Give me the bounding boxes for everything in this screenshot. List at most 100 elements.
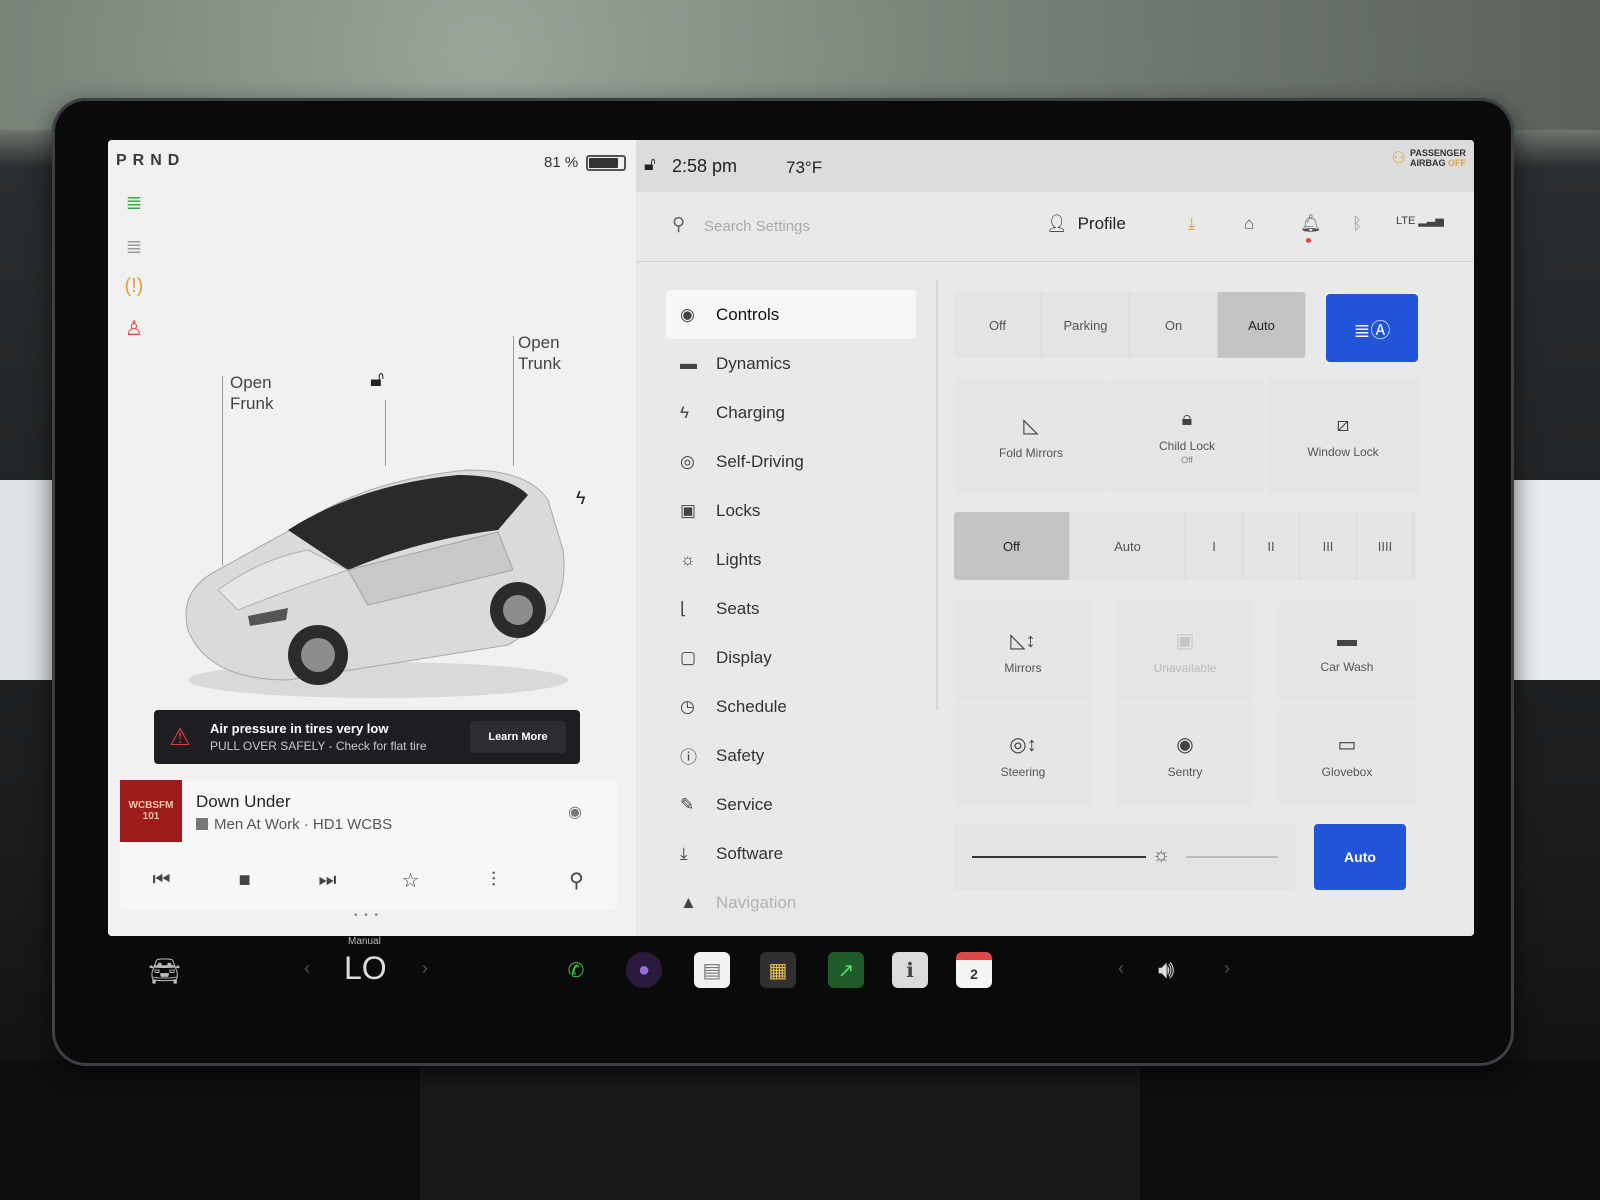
sentry-icon: ◉ [1176, 733, 1194, 756]
seat-icon: ⌊ [680, 598, 687, 618]
equalizer-icon[interactable]: ⫶ [474, 869, 514, 892]
favorite-star-icon[interactable]: ☆ [391, 868, 431, 893]
steering-adjust-button[interactable]: ◎↕ Steering [954, 704, 1092, 806]
brightness-auto-button[interactable]: Auto [1314, 824, 1406, 890]
stop-icon[interactable]: ■ [225, 869, 265, 892]
menu-item-label: Dynamics [716, 353, 791, 373]
menu-item-seats[interactable]: ⌊ Seats [666, 584, 916, 633]
temp-down-arrow-icon[interactable]: ‹ [304, 958, 310, 979]
lights-option-parking[interactable]: Parking [1042, 292, 1130, 358]
battery-icon [586, 154, 627, 171]
touchscreen: PRND 81 % ≣ ≣ (!) ♙ Open Frunk Open Trun… [108, 140, 1474, 936]
frunk-label-line1: Open [230, 373, 272, 392]
menu-item-schedule[interactable]: ◷ Schedule [666, 682, 916, 731]
search-icon: ⚲ [672, 214, 686, 234]
headlight-indicator-icon: ≣ [125, 191, 143, 214]
child-lock-button[interactable]: 🔒︎ Child Lock Off [1110, 378, 1264, 494]
manual-app-icon[interactable]: ℹ [892, 952, 928, 988]
mirror-icon: ◺ [1023, 414, 1039, 437]
notification-bell-icon[interactable]: 🔔︎ [1300, 214, 1322, 234]
media-search-icon[interactable]: ⚲ [557, 868, 597, 893]
battery-percent: 81 % [544, 154, 579, 171]
learn-more-button[interactable]: Learn More [470, 721, 566, 753]
climate-temperature[interactable]: LO [344, 950, 387, 987]
battery-fill [589, 157, 619, 168]
menu-item-label: Service [716, 794, 773, 814]
lights-option-off[interactable]: Off [954, 292, 1042, 358]
fold-mirrors-label: Fold Mirrors [998, 445, 1063, 460]
volume-icon[interactable]: 🔊︎ [1158, 954, 1174, 986]
volume-up-arrow-icon[interactable]: › [1224, 958, 1230, 979]
menu-item-label: Navigation [716, 892, 797, 912]
unavailable-label: Unavailable [1153, 660, 1217, 675]
profile-button[interactable]: 👤︎ Profile [1046, 214, 1126, 234]
wipers-option-off[interactable]: Off [954, 512, 1070, 580]
volume-down-arrow-icon[interactable]: ‹ [1118, 958, 1124, 979]
car-wash-icon: ▬ [1337, 628, 1357, 651]
open-frunk-button[interactable]: Open Frunk [230, 372, 273, 414]
car-icon[interactable]: 🚘︎ [148, 956, 181, 987]
menu-item-service[interactable]: ✎ Service [666, 780, 916, 829]
wipers-option-auto[interactable]: Auto [1070, 512, 1186, 580]
toybox-app-icon[interactable]: ▦ [760, 952, 796, 988]
unavailable-button: ▣ Unavailable [1116, 600, 1254, 702]
lights-option-auto[interactable]: Auto [1218, 292, 1306, 358]
menu-item-dynamics[interactable]: ▬ Dynamics [666, 339, 916, 388]
software-update-icon[interactable]: ⤓ [1188, 214, 1196, 234]
menu-item-controls[interactable]: ◉ Controls [666, 290, 916, 339]
mirrors-adjust-button[interactable]: ◺↕ Mirrors [954, 600, 1092, 702]
artist-text: Men At Work · HD1 WCBS [214, 816, 393, 833]
car-icon: ▬ [680, 353, 697, 373]
display-brightness-slider[interactable]: ☼ [954, 824, 1296, 890]
dashcam-app-icon[interactable]: ▤ [694, 952, 730, 988]
car-wash-button[interactable]: ▬ Car Wash [1278, 600, 1416, 702]
auto-high-beam-button[interactable]: ≣Ⓐ [1326, 294, 1418, 362]
page-dots: • • • [354, 910, 381, 921]
wrench-icon: ✎ [680, 794, 695, 814]
alert-title: Air pressure in tires very low [210, 721, 389, 736]
gear-selector: PRND [116, 152, 186, 169]
unlock-icon[interactable]: 🔓︎ [370, 366, 384, 392]
homelink-icon[interactable]: ⌂ [1244, 214, 1254, 234]
wipers-option-iiii[interactable]: IIII [1357, 512, 1414, 580]
car-lock-status-icon[interactable]: 🔓︎ [644, 154, 656, 175]
wipers-option-i[interactable]: I [1186, 512, 1243, 580]
wipers-option-ii[interactable]: II [1243, 512, 1300, 580]
menu-item-self-driving[interactable]: ◎ Self-Driving [666, 437, 916, 486]
auto-highbeam-indicator-icon: ≣ [125, 235, 143, 258]
fold-mirrors-button[interactable]: ◺ Fold Mirrors [954, 378, 1108, 494]
menu-item-navigation[interactable]: ▲ Navigation [666, 878, 916, 927]
trunk-label-line2: Trunk [518, 354, 561, 373]
temp-up-arrow-icon[interactable]: › [422, 958, 428, 979]
calendar-app-icon[interactable]: 2 [956, 952, 992, 988]
brightness-sun-icon[interactable]: ☼ [1152, 844, 1170, 867]
search-settings-input[interactable] [704, 212, 984, 240]
window-lock-button[interactable]: ⧄ Window Lock [1266, 378, 1420, 494]
controls-row-2: ◺↕ Mirrors ▣ Unavailable ▬ Car Wash [954, 600, 1438, 702]
menu-item-label: Safety [716, 745, 765, 765]
car-model-image [185, 469, 568, 698]
next-track-icon[interactable]: ⏭︎ [308, 869, 348, 892]
previous-track-icon[interactable]: ⏮︎ [142, 869, 182, 892]
menu-item-safety[interactable]: ⓘ Safety [666, 731, 916, 780]
frunk-label-line2: Frunk [230, 394, 274, 413]
phone-app-icon[interactable]: ✆ [558, 952, 594, 988]
wipers-option-iii[interactable]: III [1300, 512, 1357, 580]
background-mount [420, 1060, 1140, 1200]
energy-app-icon[interactable]: ↗ [828, 952, 864, 988]
radio-source-icon[interactable]: ◉ [568, 802, 582, 822]
outside-temperature: 73°F [786, 158, 823, 177]
lights-option-on[interactable]: On [1130, 292, 1218, 358]
car-panel: PRND 81 % ≣ ≣ (!) ♙ Open Frunk Open Trun… [108, 140, 636, 936]
sentry-button[interactable]: ◉ Sentry [1116, 704, 1254, 806]
menu-item-lights[interactable]: ☼ Lights [666, 535, 916, 584]
glovebox-button[interactable]: ▭ Glovebox [1278, 704, 1416, 806]
menu-item-charging[interactable]: ϟ Charging [666, 388, 916, 437]
media-controls: ⏮︎ ■ ⏭︎ ☆ ⫶ ⚲ [120, 860, 618, 900]
menu-item-locks[interactable]: ▣ Locks [666, 486, 916, 535]
bluetooth-icon[interactable]: ᛒ [1352, 214, 1362, 234]
menu-item-software[interactable]: ⤓ Software [666, 829, 916, 878]
menu-item-display[interactable]: ▢ Display [666, 633, 916, 682]
open-trunk-button[interactable]: Open Trunk [518, 332, 561, 374]
camera-app-icon[interactable]: ● [626, 952, 662, 988]
